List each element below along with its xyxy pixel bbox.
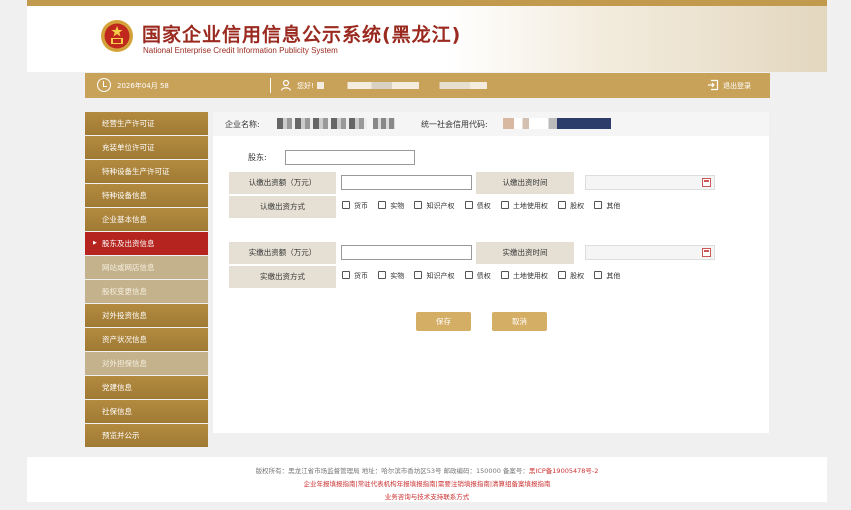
checkbox[interactable]: [558, 201, 567, 209]
subscribed-method-other[interactable]: 其他: [594, 201, 620, 211]
sidebar-item-special-equipment-info[interactable]: 特种设备信息: [85, 184, 208, 207]
checkbox[interactable]: [500, 271, 509, 279]
main-panel: 企业名称: 统一社会信用代码: 股东: 认缴出资额（万元） 认缴出资时间 认缴出…: [213, 112, 769, 433]
paid-amount-label: 实缴出资额（万元）: [229, 242, 336, 264]
paid-time-input[interactable]: [585, 245, 715, 260]
subscribed-method-physical[interactable]: 实物: [378, 201, 404, 211]
sidebar-item-filling-license[interactable]: 充装单位许可证: [85, 136, 208, 159]
sidebar-item-asset-status[interactable]: 资产状况信息: [85, 328, 208, 351]
subscribed-method-label: 认缴出资方式: [229, 196, 336, 218]
icp-number[interactable]: 黑ICP备19005478号-2: [529, 467, 598, 475]
logout-icon[interactable]: [707, 79, 719, 91]
sidebar-item-equity-change[interactable]: 股权变更信息: [85, 280, 208, 303]
sidebar-nav: 经营生产许可证 充装单位许可证 特种设备生产许可证 特种设备信息 企业基本信息 …: [85, 112, 208, 448]
checkbox[interactable]: [414, 201, 423, 209]
sidebar-item-website-info[interactable]: 网站或网店信息: [85, 256, 208, 279]
info-divider: [270, 78, 271, 93]
sidebar-item-preview-publish[interactable]: 预览并公示: [85, 424, 208, 447]
masked-username: [317, 82, 487, 89]
user-info-bar: 2026年04月 58 您好! 退出登录: [85, 73, 770, 98]
credit-code-label: 统一社会信用代码:: [421, 120, 488, 129]
header-scenery: [447, 6, 827, 72]
checkbox[interactable]: [500, 201, 509, 209]
save-button[interactable]: 保存: [416, 312, 471, 331]
sidebar-item-social-insurance[interactable]: 社保信息: [85, 400, 208, 423]
paid-time-label: 实缴出资时间: [476, 242, 574, 264]
paid-method-label: 实缴出资方式: [229, 266, 336, 288]
logout-link[interactable]: 退出登录: [723, 81, 751, 91]
subscribed-method-ip[interactable]: 知识产权: [414, 201, 454, 211]
calendar-icon[interactable]: [702, 178, 711, 187]
paid-capital-table: 实缴出资额（万元） 实缴出资时间 实缴出资方式 货币 实物 知识产权 债权 土地…: [229, 242, 744, 288]
site-subtitle: National Enterprise Credit Information P…: [143, 46, 338, 55]
sidebar-item-special-equipment-license[interactable]: 特种设备生产许可证: [85, 160, 208, 183]
calendar-icon[interactable]: [702, 248, 711, 257]
national-emblem-icon: [101, 20, 133, 52]
site-header: 国家企业信用信息公示系统(黑龙江) National Enterprise Cr…: [27, 6, 827, 72]
user-icon: [280, 79, 292, 91]
sidebar-item-guarantee-info[interactable]: 对外担保信息: [85, 352, 208, 375]
current-date: 2026年04月 58: [117, 82, 169, 90]
sidebar-item-basic-info[interactable]: 企业基本信息: [85, 208, 208, 231]
checkbox[interactable]: [594, 201, 603, 209]
checkbox[interactable]: [378, 201, 387, 209]
paid-method-ip[interactable]: 知识产权: [414, 271, 454, 281]
paid-method-land[interactable]: 土地使用权: [500, 271, 548, 281]
footer-support-link[interactable]: 业务咨询与技术支持联系方式: [27, 491, 827, 501]
subscribed-method-debt[interactable]: 债权: [464, 201, 491, 211]
paid-method-debt[interactable]: 债权: [464, 271, 491, 281]
checkbox[interactable]: [378, 271, 387, 279]
paid-method-equity[interactable]: 股权: [558, 271, 584, 281]
paid-method-other[interactable]: 其他: [594, 271, 620, 281]
sidebar-item-investment-info[interactable]: 对外投资信息: [85, 304, 208, 327]
subscribed-method-currency[interactable]: 货币: [342, 201, 368, 211]
site-footer: 版权所有：黑龙江省市场监督管理局 地址：哈尔滨市香坊区53号 邮政编码：1500…: [27, 457, 827, 502]
sidebar-item-shareholder-info[interactable]: 股东及出资信息: [85, 232, 208, 255]
paid-amount-input[interactable]: [341, 245, 472, 260]
subscribed-time-input[interactable]: [585, 175, 715, 190]
footer-guide-links[interactable]: 企业年报填报指南|常驻代表机构年报填报指南|需要注销填报指南|清算组备案填报指南: [27, 478, 827, 488]
masked-credit-code: [503, 118, 611, 129]
company-name-label: 企业名称:: [225, 120, 260, 129]
subscribed-method-land[interactable]: 土地使用权: [500, 201, 548, 211]
subscribed-capital-table: 认缴出资额（万元） 认缴出资时间 认缴出资方式 货币 实物 知识产权 债权 土地…: [229, 172, 744, 218]
sidebar-item-party-info[interactable]: 党建信息: [85, 376, 208, 399]
paid-method-currency[interactable]: 货币: [342, 271, 368, 281]
subscribed-time-label: 认缴出资时间: [476, 172, 574, 194]
masked-company-name: [277, 118, 367, 129]
shareholder-input[interactable]: [285, 150, 415, 165]
greeting: 您好!: [297, 82, 314, 90]
cancel-button[interactable]: 取消: [492, 312, 547, 331]
shareholder-label: 股东:: [248, 153, 267, 162]
footer-copyright: 版权所有：黑龙江省市场监督管理局 地址：哈尔滨市香坊区53号 邮政编码：1500…: [255, 467, 599, 475]
masked-company-name-suffix: [373, 118, 395, 129]
subscribed-method-equity[interactable]: 股权: [558, 201, 584, 211]
company-info-row: 企业名称: 统一社会信用代码:: [213, 112, 769, 136]
clock-icon: [97, 78, 111, 92]
checkbox[interactable]: [342, 201, 350, 209]
site-title: 国家企业信用信息公示系统(黑龙江): [142, 24, 462, 46]
checkbox[interactable]: [414, 271, 423, 279]
sidebar-item-operation-license[interactable]: 经营生产许可证: [85, 112, 208, 135]
subscribed-method-options: 货币 实物 知识产权 债权 土地使用权 股权 其他: [342, 201, 628, 211]
subscribed-amount-label: 认缴出资额（万元）: [229, 172, 336, 194]
paid-method-options: 货币 实物 知识产权 债权 土地使用权 股权 其他: [342, 271, 628, 281]
checkbox[interactable]: [558, 271, 567, 279]
subscribed-amount-input[interactable]: [341, 175, 472, 190]
checkbox[interactable]: [464, 201, 473, 209]
checkbox[interactable]: [594, 271, 603, 279]
checkbox[interactable]: [464, 271, 473, 279]
checkbox[interactable]: [342, 271, 350, 279]
paid-method-physical[interactable]: 实物: [378, 271, 404, 281]
